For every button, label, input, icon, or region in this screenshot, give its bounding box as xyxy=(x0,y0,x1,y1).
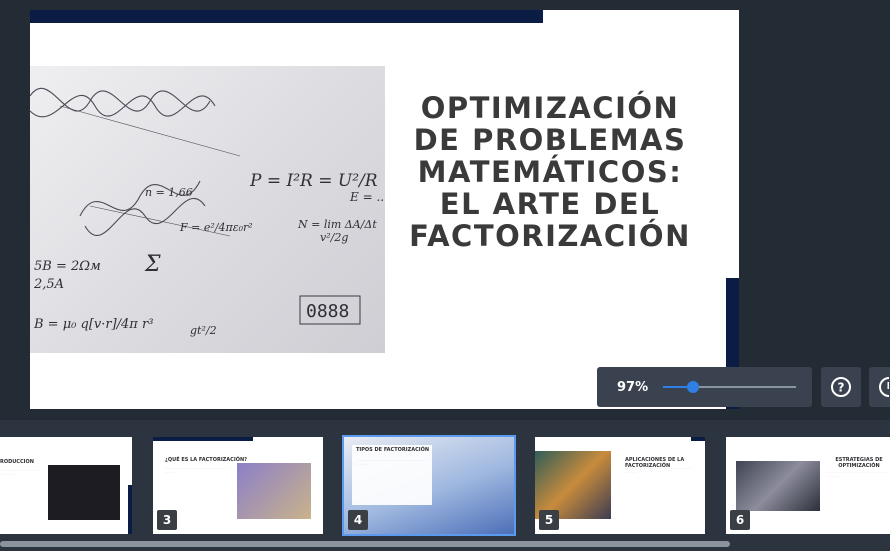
formula-text: 5B = 2Ωм xyxy=(34,259,101,274)
svg-text:?: ? xyxy=(838,381,845,395)
thumbnail-scrollbar[interactable] xyxy=(0,541,730,547)
slide-top-bar xyxy=(30,10,543,23)
slide-thumbnail-3[interactable]: ¿QUÉ ES LA FACTORIZACIÓN? · · · · · · · … xyxy=(153,437,323,534)
slide-thumbnail-6[interactable]: ESTRATEGIAS DE OPTIMIZACIÓN · · · · · · … xyxy=(726,437,890,534)
thumbnail-title: RODUCCION xyxy=(0,459,34,465)
slide-title[interactable]: OPTIMIZACIÓN DE PROBLEMAS MATEMÁTICOS: E… xyxy=(395,92,705,252)
thumbnail-text: · · · · · · · · · · · · · · · · · · · · … xyxy=(165,467,229,474)
formula-text: B = μ₀ q[v·r]/4π r³ xyxy=(33,317,153,332)
thumbnail-image xyxy=(535,451,611,519)
thumbnail-text: · · · · · · · · · · · · · · · · · · · · … xyxy=(356,459,430,466)
formula-text: n = 1,66 xyxy=(145,186,193,199)
formula-text: E = ... xyxy=(349,190,385,204)
slide-number: 3 xyxy=(157,510,177,530)
formula-text: N = lim ΔA/Δt xyxy=(297,218,377,231)
zoom-slider[interactable] xyxy=(663,381,796,393)
thumbnail-text: · · · · · · · · · · · · · · · · · · · · … xyxy=(828,471,890,478)
thumbnail-text: · · · · · · · · · · · · · · · · · · · · … xyxy=(623,467,693,474)
help-button[interactable]: ? xyxy=(821,367,861,407)
math-formulas-image: P = I²R = U²/R v²/2g E = ... N = lim ΔA/… xyxy=(30,66,385,353)
thumbnail-image xyxy=(736,461,820,511)
slide-thumbnail-strip: RODUCCION · · · · · · · · · · · · · · · … xyxy=(0,420,890,551)
editor-canvas: P = I²R = U²/R v²/2g E = ... N = lim ΔA/… xyxy=(0,0,890,420)
thumbnail-image xyxy=(48,465,120,520)
slide-number: 6 xyxy=(730,510,750,530)
formula-text: v²/2g xyxy=(320,231,348,244)
zoom-percentage: 97% xyxy=(617,379,649,395)
slide-thumbnail-5[interactable]: APLICACIONES DE LA FACTORIZACIÓN · · · ·… xyxy=(535,437,705,534)
main-slide[interactable]: P = I²R = U²/R v²/2g E = ... N = lim ΔA/… xyxy=(30,10,739,409)
slide-thumbnail-4[interactable]: TIPOS DE FACTORIZACIÓN · · · · · · · · ·… xyxy=(342,435,516,536)
slide-thumbnail-2[interactable]: RODUCCION · · · · · · · · · · · · · · · … xyxy=(0,437,132,534)
thumbnail-title: ESTRATEGIAS DE OPTIMIZACIÓN xyxy=(835,457,883,469)
formula-text: F = e²/4πε₀r² xyxy=(179,221,253,234)
thumbnail-text: · · · · · · · · · · · · · · · · · · · · … xyxy=(0,469,42,476)
formula-text: Σ xyxy=(144,252,161,277)
zoom-slider-handle[interactable] xyxy=(686,381,699,393)
formula-paper-graphic: P = I²R = U²/R v²/2g E = ... N = lim ΔA/… xyxy=(30,87,385,337)
notes-icon xyxy=(878,377,889,397)
slide-number: 4 xyxy=(348,510,368,530)
formula-text: 2,5A xyxy=(33,277,64,292)
thumbnail-image xyxy=(237,463,311,519)
help-icon: ? xyxy=(831,377,851,397)
zoom-control: 97% xyxy=(597,367,812,407)
thumbnail-title: ¿QUÉ ES LA FACTORIZACIÓN? xyxy=(165,457,248,463)
lcd-display: 0888 xyxy=(306,301,349,322)
formula-text: P = I²R = U²/R xyxy=(249,171,378,191)
notes-button[interactable] xyxy=(869,367,890,407)
slide-number: 5 xyxy=(539,510,559,530)
formula-text: gt²/2 xyxy=(190,324,217,337)
thumbnail-title: TIPOS DE FACTORIZACIÓN xyxy=(356,447,430,453)
